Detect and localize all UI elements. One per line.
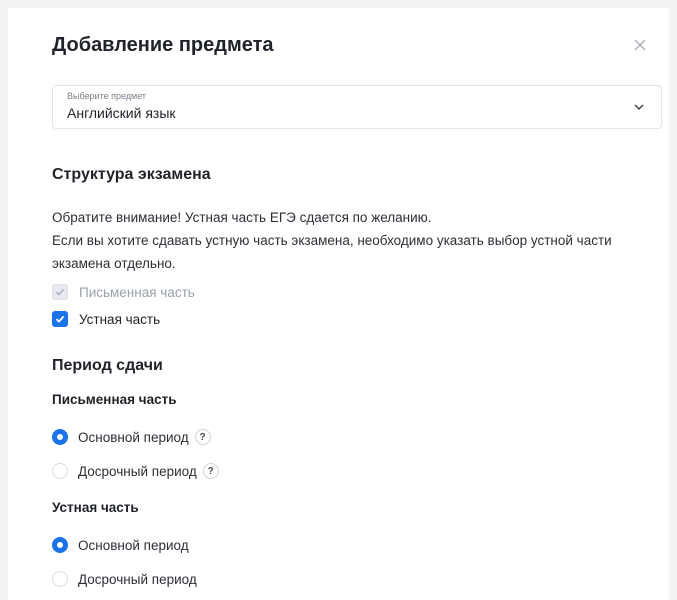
oral-early-period-label: Досрочный период: [78, 571, 197, 587]
oral-main-period-option[interactable]: Основной период: [52, 534, 189, 556]
oral-early-period-option[interactable]: Досрочный период: [52, 568, 197, 590]
check-icon: [55, 288, 65, 296]
notice-line: экзамена отдельно.: [52, 256, 176, 271]
oral-main-period-label: Основной период: [78, 537, 189, 553]
notice-line: Обратите внимание! Устная часть ЕГЭ сдае…: [52, 210, 432, 225]
written-main-period-label: Основной период: [78, 429, 189, 445]
written-part-label: Письменная часть: [79, 284, 195, 300]
subject-select-value: Английский язык: [67, 105, 176, 121]
oral-part-label: Устная часть: [79, 311, 161, 327]
notice-line: Если вы хотите сдавать устную часть экза…: [52, 233, 612, 248]
close-icon: [634, 39, 646, 51]
written-main-period-radio[interactable]: [52, 429, 68, 445]
oral-early-period-radio[interactable]: [52, 571, 68, 587]
written-early-period-option[interactable]: Досрочный период ?: [52, 460, 219, 482]
check-icon: [55, 315, 65, 323]
exam-structure-notice: Обратите внимание! Устная часть ЕГЭ сдае…: [52, 206, 652, 275]
written-early-period-radio[interactable]: [52, 463, 68, 479]
oral-period-heading: Устная часть: [52, 500, 139, 515]
period-heading: Период сдачи: [52, 357, 163, 374]
add-subject-dialog: Добавление предмета Выберите предмет Анг…: [8, 8, 669, 600]
dialog-title: Добавление предмета: [52, 34, 274, 56]
written-part-checkbox-row: Письменная часть: [52, 282, 195, 302]
written-period-heading: Письменная часть: [52, 392, 177, 407]
help-icon[interactable]: ?: [194, 429, 211, 445]
oral-main-period-radio[interactable]: [52, 537, 68, 553]
close-button[interactable]: [629, 34, 651, 56]
chevron-down-icon: [634, 104, 644, 111]
oral-part-checkbox[interactable]: [52, 311, 68, 327]
written-part-checkbox: [52, 284, 68, 300]
written-main-period-option[interactable]: Основной период ?: [52, 426, 211, 448]
exam-structure-heading: Структура экзамена: [52, 166, 211, 183]
subject-select-label: Выберите предмет: [67, 91, 147, 101]
oral-part-checkbox-row[interactable]: Устная часть: [52, 309, 160, 329]
help-icon[interactable]: ?: [202, 463, 219, 479]
written-early-period-label: Досрочный период: [78, 463, 197, 479]
subject-select[interactable]: Выберите предмет Английский язык: [52, 85, 662, 129]
